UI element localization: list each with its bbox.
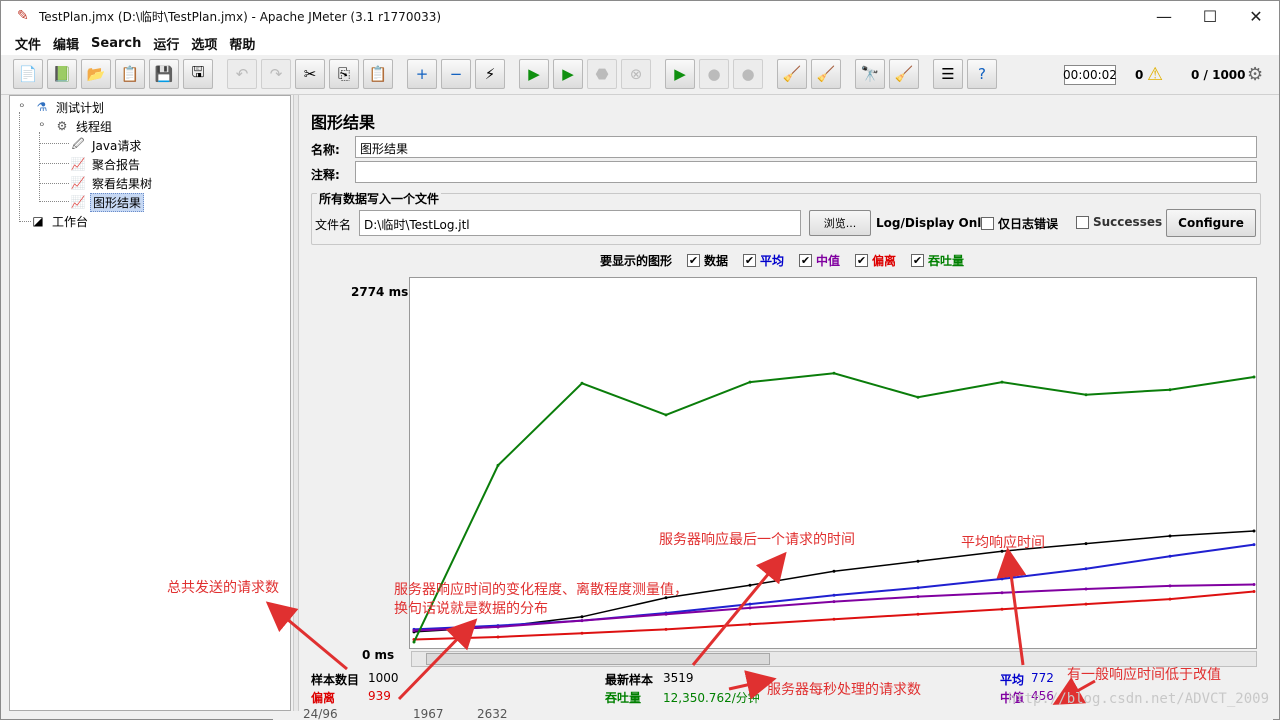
annotation-median: 有一般响应时间低于改值 [1067, 667, 1221, 683]
arrow-average [996, 547, 1027, 666]
arrow-latest [691, 551, 787, 666]
arrow-deviation [397, 618, 478, 701]
annotation-deviation-line1: 服务器响应时间的变化程度、离散程度测量值， [394, 582, 688, 598]
arrow-throughput [728, 670, 777, 700]
annotation-deviation-line2: 换句话说就是数据的分布 [394, 601, 548, 617]
arrow-samples [265, 601, 348, 671]
annotation-total-requests: 总共发送的请求数 [167, 580, 279, 596]
annotation-throughput: 服务器每秒处理的请求数 [767, 682, 921, 698]
annotation-latest: 服务器响应最后一个请求的时间 [659, 532, 855, 548]
annotation-average: 平均响应时间 [961, 535, 1045, 551]
jmeter-window: ✎ TestPlan.jmx (D:\临时\TestPlan.jmx) - Ap… [0, 0, 1280, 720]
watermark: http://blog.csdn.net/ADVCT_2009 [1007, 691, 1269, 707]
annotation-arrows [265, 547, 1096, 705]
